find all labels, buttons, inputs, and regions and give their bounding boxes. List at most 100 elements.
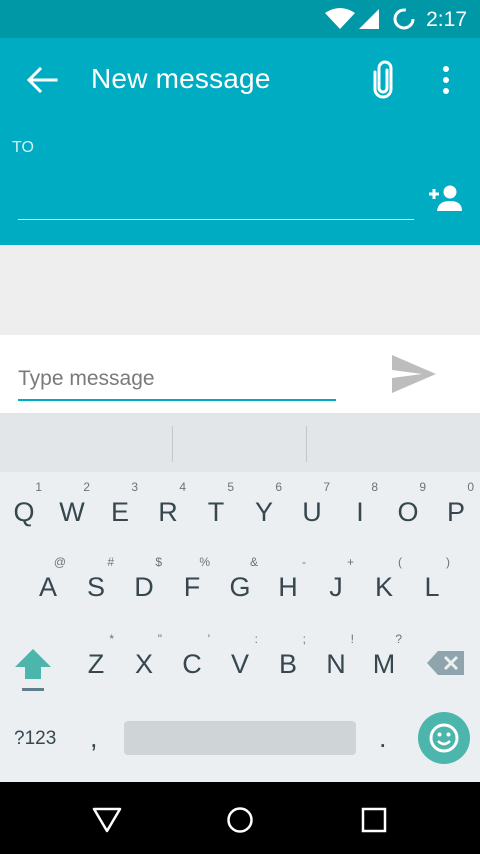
key-hint: +: [346, 555, 354, 569]
key-u[interactable]: 7U: [288, 480, 336, 536]
key-hint: 2: [83, 480, 90, 494]
key-hint: ;: [302, 632, 306, 646]
period-key[interactable]: .: [379, 723, 387, 754]
key-label: H: [278, 572, 298, 602]
key-label: L: [424, 572, 440, 602]
key-hint: ): [446, 555, 450, 569]
key-p[interactable]: 0P: [432, 480, 480, 536]
key-j[interactable]: + J: [312, 555, 360, 611]
key-label: G: [229, 572, 251, 602]
key-k[interactable]: (K: [360, 555, 408, 611]
key-label: I: [356, 497, 364, 527]
key-hint: (: [398, 555, 402, 569]
key-label: M: [372, 649, 396, 679]
navigation-bar: [0, 782, 480, 854]
status-bar: 2:17: [0, 0, 480, 38]
key-s[interactable]: # S: [72, 555, 120, 611]
key-hint: @: [53, 555, 66, 569]
key-hint: $: [155, 555, 162, 569]
key-m[interactable]: ? M: [360, 632, 408, 688]
key-t[interactable]: 5T: [192, 480, 240, 536]
add-contact-icon[interactable]: [426, 184, 462, 212]
key-b[interactable]: ; B: [264, 632, 312, 688]
key-y[interactable]: 6Y: [240, 480, 288, 536]
key-label: D: [134, 572, 154, 602]
shift-icon[interactable]: [12, 646, 54, 696]
key-n[interactable]: ! N: [312, 632, 360, 688]
key-hint: 3: [131, 480, 138, 494]
key-h[interactable]: -H: [264, 555, 312, 611]
key-label: T: [207, 497, 225, 527]
key-label: B: [278, 649, 297, 679]
send-icon[interactable]: [390, 352, 438, 396]
key-label: X: [134, 649, 153, 679]
emoji-button[interactable]: [418, 712, 470, 764]
key-label: K: [374, 572, 393, 602]
key-label: O: [397, 497, 419, 527]
message-input[interactable]: [18, 359, 336, 401]
key-hint: 5: [227, 480, 234, 494]
symbols-key[interactable]: ?123: [14, 728, 56, 750]
key-label: J: [329, 572, 343, 602]
key-label: U: [302, 497, 322, 527]
key-hint: !: [350, 632, 354, 646]
back-arrow-icon[interactable]: [26, 66, 58, 94]
key-hint: ': [207, 632, 210, 646]
emoji-icon: [429, 723, 459, 753]
sync-icon: [393, 8, 415, 30]
space-bar[interactable]: [124, 721, 356, 755]
key-hint: -: [302, 555, 306, 569]
more-vert-icon[interactable]: [434, 64, 458, 96]
key-l[interactable]: ) L: [408, 555, 456, 611]
key-x[interactable]: " X: [120, 632, 168, 688]
key-label: Z: [87, 649, 105, 679]
nav-home-icon[interactable]: [226, 806, 254, 834]
backspace-icon[interactable]: [426, 649, 466, 677]
key-hint: %: [199, 555, 210, 569]
attach-icon[interactable]: [368, 60, 398, 100]
key-label: C: [182, 649, 202, 679]
key-label: S: [86, 572, 105, 602]
key-label: A: [38, 572, 57, 602]
comma-key[interactable]: ,: [90, 723, 98, 754]
suggestion-divider: [306, 426, 307, 462]
recipient-input[interactable]: [18, 168, 414, 220]
nav-back-icon[interactable]: [92, 807, 122, 833]
key-hint: :: [254, 632, 258, 646]
key-hint: 9: [419, 480, 426, 494]
key-label: R: [158, 497, 178, 527]
key-label: E: [110, 497, 129, 527]
key-c[interactable]: ' C: [168, 632, 216, 688]
key-label: W: [59, 497, 85, 527]
key-hint: *: [109, 632, 114, 646]
key-d[interactable]: $ D: [120, 555, 168, 611]
key-hint: &: [249, 555, 258, 569]
key-r[interactable]: 4R: [144, 480, 192, 536]
key-i[interactable]: 8I: [336, 480, 384, 536]
key-w[interactable]: 2W: [48, 480, 96, 536]
keyboard: 1Q 2W 3E 4R 5T 6Y 7U 8I 9O 0P @ A # S $ D %…: [0, 413, 480, 782]
key-o[interactable]: 9O: [384, 480, 432, 536]
cell-signal-icon: [359, 9, 379, 29]
status-time: 2:17: [426, 8, 467, 31]
key-hint: #: [107, 555, 114, 569]
key-hint: 4: [179, 480, 186, 494]
key-z[interactable]: * Z: [72, 632, 120, 688]
suggestion-strip: [0, 413, 480, 472]
compose-bar: [0, 335, 480, 413]
key-label: F: [183, 572, 201, 602]
key-g[interactable]: & G: [216, 555, 264, 611]
key-hint: ?: [395, 632, 402, 646]
key-a[interactable]: @ A: [24, 555, 72, 611]
key-q[interactable]: 1Q: [0, 480, 48, 536]
key-e[interactable]: 3E: [96, 480, 144, 536]
key-label: P: [446, 497, 465, 527]
key-v[interactable]: :V: [216, 632, 264, 688]
key-hint: 7: [323, 480, 330, 494]
key-hint: 1: [35, 480, 42, 494]
to-label: TO: [12, 139, 34, 156]
key-hint: 6: [275, 480, 282, 494]
key-f[interactable]: % F: [168, 555, 216, 611]
nav-recents-icon[interactable]: [361, 807, 387, 833]
wifi-icon: [325, 8, 355, 29]
